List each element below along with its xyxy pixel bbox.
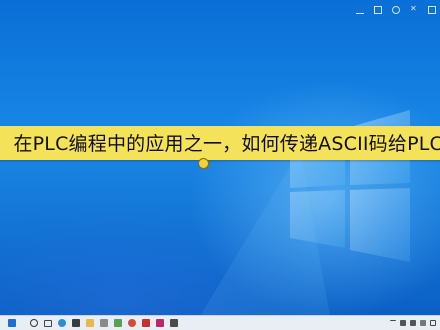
input-method-icon[interactable] (420, 320, 426, 326)
network-icon[interactable] (400, 320, 406, 326)
restore-icon[interactable] (374, 6, 382, 14)
app-icon[interactable] (170, 319, 178, 327)
system-tray (386, 318, 436, 328)
app-icon[interactable] (100, 319, 108, 327)
volume-icon[interactable] (410, 320, 416, 326)
mouse-cursor-highlight (198, 158, 209, 169)
windows-start-icon[interactable] (8, 319, 16, 327)
edge-icon[interactable] (58, 319, 66, 327)
settings-icon[interactable] (392, 6, 400, 14)
subtitle-text: 在PLC编程中的应用之一，如何传递ASCII码给PLC (13, 133, 440, 155)
top-icon-strip: ✕ (0, 0, 440, 20)
task-view-icon[interactable] (44, 319, 52, 327)
up-arrow-icon[interactable] (390, 319, 396, 327)
app-icon[interactable] (114, 319, 122, 327)
subtitle-banner: 在PLC编程中的应用之一，如何传递ASCII码给PLC (0, 126, 440, 160)
file-explorer-icon[interactable] (86, 319, 94, 327)
window-icon[interactable] (428, 6, 436, 14)
minimize-icon[interactable] (356, 9, 364, 14)
notification-icon[interactable] (430, 320, 436, 326)
search-icon[interactable] (30, 319, 38, 327)
store-icon[interactable] (72, 319, 80, 327)
app-icon[interactable] (156, 319, 164, 327)
taskbar (0, 315, 440, 330)
close-icon[interactable]: ✕ (410, 5, 418, 13)
app-icon[interactable] (128, 319, 136, 327)
app-icon[interactable] (142, 319, 150, 327)
